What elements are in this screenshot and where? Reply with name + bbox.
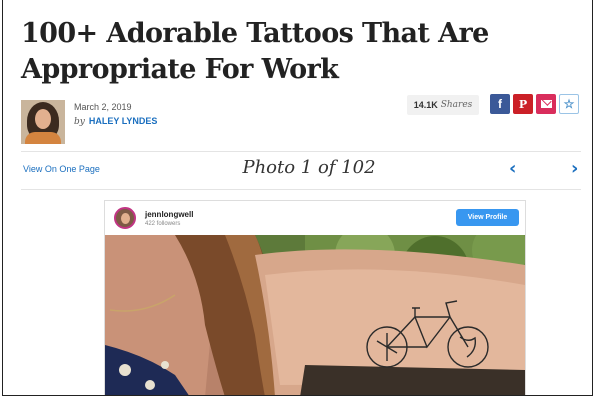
facebook-icon: f (498, 97, 502, 111)
instagram-followers: 422 followers (145, 221, 181, 227)
pinterest-share-button[interactable]: P (513, 94, 533, 114)
instagram-avatar[interactable] (114, 207, 136, 229)
article-title: 100+ Adorable Tattoos That Are Appropria… (21, 18, 489, 85)
instagram-embed: jennlongwell 422 followers View Profile (104, 200, 526, 395)
chevron-left-icon: ‹ (509, 158, 517, 179)
chevron-right-icon: › (571, 158, 579, 179)
tattoo-photo (105, 235, 525, 395)
share-count-value: 14.1K (413, 100, 438, 110)
divider (21, 151, 581, 152)
photo-counter: Photo 1 of 102 (242, 157, 376, 178)
favorite-button[interactable]: ☆ (559, 94, 579, 114)
author-link[interactable]: HALEY LYNDES (89, 116, 158, 126)
next-photo-button[interactable]: › (571, 158, 578, 180)
email-share-button[interactable] (536, 94, 556, 114)
pinterest-icon: P (518, 97, 528, 111)
previous-photo-button[interactable]: ‹ (509, 158, 516, 180)
publish-date: March 2, 2019 (74, 102, 132, 112)
instagram-username[interactable]: jennlongwell (145, 210, 193, 219)
email-icon (540, 100, 552, 108)
view-profile-button[interactable]: View Profile (456, 209, 519, 226)
view-on-one-page-link[interactable]: View On One Page (23, 164, 100, 174)
divider (21, 189, 581, 190)
share-count-label: Shares (440, 100, 473, 110)
author-avatar[interactable] (21, 100, 65, 144)
byline-prefix: by (74, 117, 85, 127)
facebook-share-button[interactable]: f (490, 94, 510, 114)
article-page: 100+ Adorable Tattoos That Are Appropria… (2, 0, 593, 396)
byline: by HALEY LYNDES (74, 116, 157, 127)
star-icon: ☆ (563, 97, 575, 111)
share-count: 14.1K Shares (407, 95, 479, 115)
